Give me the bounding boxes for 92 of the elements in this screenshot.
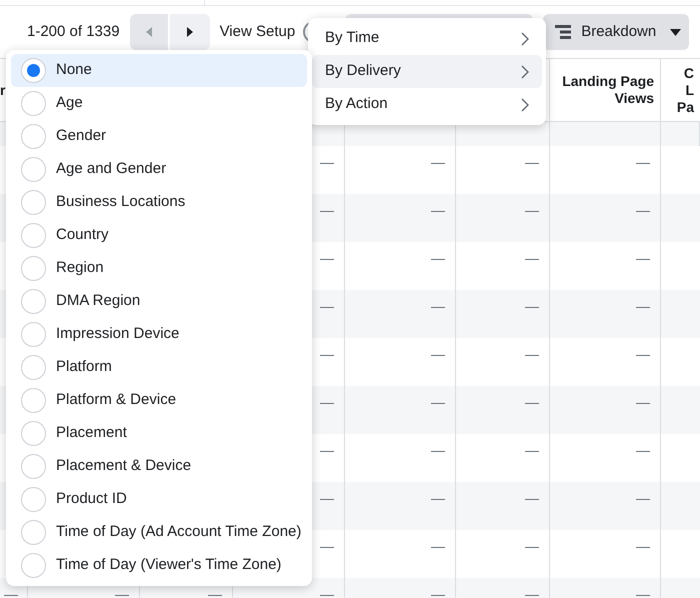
table-cell: — <box>208 590 222 598</box>
radio-option[interactable]: Region <box>11 252 307 285</box>
table-cell: — <box>525 206 539 214</box>
table-cell: — <box>525 590 539 598</box>
radio-button[interactable] <box>21 289 46 314</box>
radio-option[interactable]: Age and Gender <box>11 153 307 186</box>
radio-button[interactable] <box>21 190 46 215</box>
radio-button[interactable] <box>21 124 46 149</box>
table-cell: — <box>636 302 650 310</box>
table-cell: — <box>320 590 334 598</box>
table-cell: — <box>320 254 334 262</box>
radio-button[interactable] <box>21 520 46 545</box>
radio-button[interactable] <box>21 454 46 479</box>
table-cell: — <box>431 542 445 550</box>
radio-button[interactable] <box>21 58 46 83</box>
menu-item[interactable]: By Action <box>312 88 542 121</box>
table-cell: — <box>320 206 334 214</box>
table-cell: — <box>431 302 445 310</box>
table-cell: — <box>636 494 650 502</box>
table-cell: — <box>320 302 334 310</box>
breakdown-button[interactable]: Breakdown <box>543 14 690 50</box>
left-triangle-icon <box>144 27 153 37</box>
caret-icon <box>670 28 682 36</box>
table-cell: — <box>431 254 445 262</box>
table-cell: — <box>525 494 539 502</box>
chevron-right-icon <box>521 98 529 112</box>
table-cell: — <box>636 158 650 166</box>
view-setup-label: View Setup <box>220 22 296 42</box>
table-cell: — <box>525 446 539 454</box>
radio-option[interactable]: Gender <box>11 120 307 153</box>
column-header: r <box>0 82 6 98</box>
column-header: Landing Page Views <box>562 73 654 107</box>
radio-button[interactable] <box>21 91 46 116</box>
table-cell: — <box>525 542 539 550</box>
radio-button[interactable] <box>21 421 46 446</box>
radio-option[interactable]: Platform & Device <box>11 384 307 417</box>
radio-option[interactable]: Age <box>11 87 307 120</box>
radio-button[interactable] <box>21 388 46 413</box>
table-cell: — <box>4 590 18 598</box>
table-cell: — <box>431 494 445 502</box>
table-cell: — <box>525 254 539 262</box>
table-cell: — <box>431 158 445 166</box>
table-cell: — <box>115 590 129 598</box>
table-cell: — <box>320 542 334 550</box>
table-cell: — <box>525 302 539 310</box>
radio-option[interactable]: Time of Day (Viewer's Time Zone) <box>11 549 307 582</box>
chevron-right-icon <box>521 32 529 46</box>
column-header: C L Pa <box>676 64 694 116</box>
radio-option[interactable]: Country <box>11 219 307 252</box>
table-cell: — <box>431 590 445 598</box>
radio-option[interactable]: Platform <box>11 351 307 384</box>
table-cell: — <box>636 254 650 262</box>
radio-button[interactable] <box>21 322 46 347</box>
chevron-right-icon <box>521 64 529 78</box>
table-cell: — <box>320 398 334 406</box>
table-cell: — <box>320 350 334 358</box>
menu-item[interactable]: By Time <box>312 22 542 55</box>
page-range: 1-200 of 1339 <box>27 22 120 42</box>
radio-button[interactable] <box>21 223 46 248</box>
table-cell: — <box>525 350 539 358</box>
breakdown-icon <box>555 25 572 39</box>
table-cell: — <box>636 398 650 406</box>
table-cell: — <box>636 206 650 214</box>
radio-option[interactable]: DMA Region <box>11 285 307 318</box>
table-cell: — <box>636 446 650 454</box>
radio-button[interactable] <box>21 256 46 281</box>
table-cell: — <box>636 350 650 358</box>
next-page-button[interactable] <box>170 14 210 50</box>
table-cell: — <box>525 398 539 406</box>
table-cell: — <box>431 206 445 214</box>
table-cell: — <box>636 590 650 598</box>
table-cell: — <box>431 398 445 406</box>
table-cell: — <box>525 158 539 166</box>
menu-item[interactable]: By Delivery <box>312 55 542 88</box>
table-cell: — <box>320 158 334 166</box>
radio-option[interactable]: Impression Device <box>11 318 307 351</box>
table-cell: — <box>431 446 445 454</box>
radio-option[interactable]: None <box>11 54 307 87</box>
table-cell: — <box>320 494 334 502</box>
radio-button[interactable] <box>21 553 46 578</box>
table-cell: — <box>636 542 650 550</box>
radio-option[interactable]: Business Locations <box>11 186 307 219</box>
radio-button[interactable] <box>21 355 46 380</box>
table-cell: — <box>431 350 445 358</box>
radio-option[interactable]: Time of Day (Ad Account Time Zone) <box>11 516 307 549</box>
radio-option[interactable]: Placement <box>11 417 307 450</box>
table-cell: — <box>320 446 334 454</box>
radio-option[interactable]: Product ID <box>11 483 307 516</box>
radio-button[interactable] <box>21 157 46 182</box>
right-triangle-icon <box>186 27 194 37</box>
radio-option[interactable]: Placement & Device <box>11 450 307 483</box>
radio-button[interactable] <box>21 487 46 512</box>
